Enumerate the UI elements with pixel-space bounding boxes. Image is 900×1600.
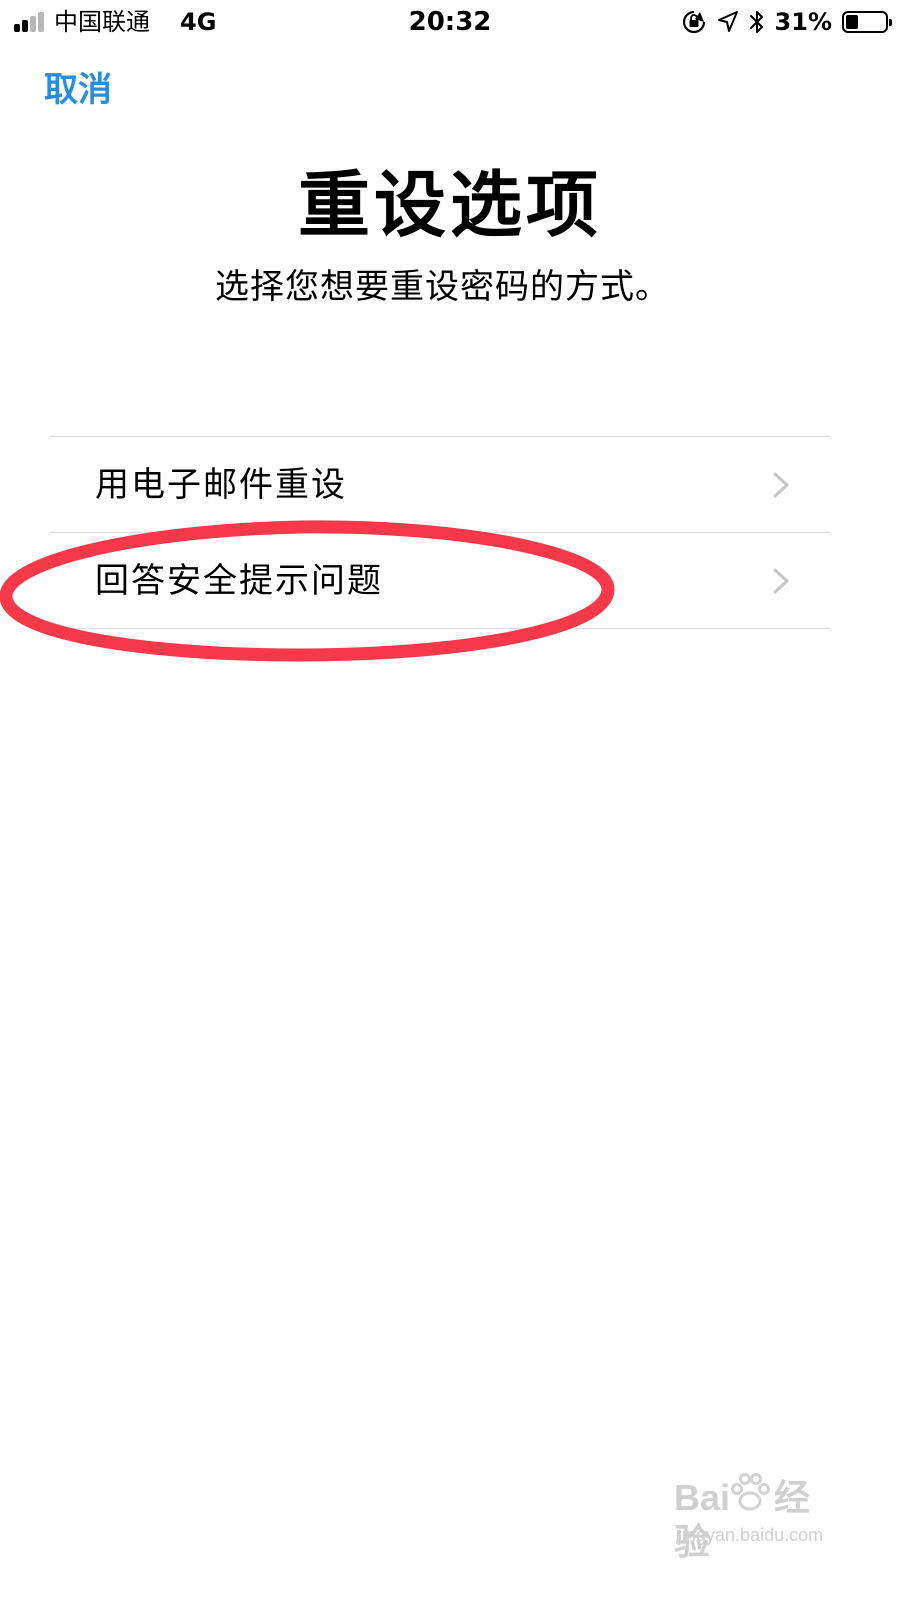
watermark-brand: Bai 经验	[674, 1476, 842, 1564]
orientation-lock-icon	[682, 10, 705, 34]
page-title: 重设选项	[297, 163, 602, 247]
page-subtitle: 选择您想要重设密码的方式。	[215, 267, 670, 307]
cancel-button[interactable]: 取消	[44, 68, 112, 112]
option-label: 用电子邮件重设	[95, 465, 347, 505]
battery-percentage: 31%	[774, 8, 832, 36]
status-icons: 31%	[681, 6, 892, 38]
watermark-url: jingyan.baidu.com	[678, 1525, 824, 1545]
option-answer-security-questions[interactable]: 回答安全提示问题	[50, 533, 830, 629]
chevron-right-icon	[773, 472, 789, 498]
reset-options-list: 用电子邮件重设 回答安全提示问题	[50, 436, 830, 629]
chevron-right-icon	[773, 568, 789, 594]
battery-icon	[842, 11, 892, 33]
option-label: 回答安全提示问题	[95, 561, 383, 601]
bluetooth-icon	[749, 11, 763, 33]
status-bar: 中国联通 4G 20:32 31%	[0, 0, 900, 46]
watermark: Bai 经验 jingyan.baidu.com	[672, 1468, 842, 1562]
location-arrow-icon	[717, 11, 738, 32]
option-reset-by-email[interactable]: 用电子邮件重设	[50, 437, 830, 533]
watermark-brand-prefix: Bai	[674, 1477, 731, 1518]
